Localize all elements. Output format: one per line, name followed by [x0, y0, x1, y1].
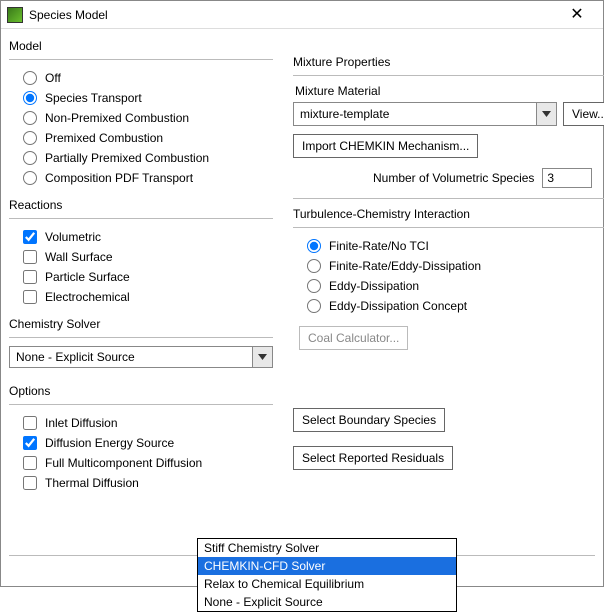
model-off-label: Off: [45, 71, 61, 85]
solver-option-none-label: None - Explicit Source: [204, 595, 323, 609]
import-chemkin-label: Import CHEMKIN Mechanism...: [302, 139, 469, 153]
chemistry-solver-select[interactable]: None - Explicit Source: [9, 346, 273, 368]
model-off-radio[interactable]: [23, 71, 37, 85]
mixture-material-select[interactable]: mixture-template: [293, 102, 557, 126]
select-reported-residuals-button[interactable]: Select Reported Residuals: [293, 446, 453, 470]
mixture-material-value: mixture-template: [300, 107, 389, 121]
select-boundary-species-button[interactable]: Select Boundary Species: [293, 408, 445, 432]
close-button[interactable]: ✕: [557, 2, 597, 28]
import-chemkin-button[interactable]: Import CHEMKIN Mechanism...: [293, 134, 478, 158]
tci-finite-eddy-radio[interactable]: [307, 259, 321, 273]
reactions-particle-surface[interactable]: Particle Surface: [9, 267, 273, 287]
options-full-multi[interactable]: Full Multicomponent Diffusion: [9, 453, 273, 473]
species-model-dialog: Species Model ✕ Model Off Species Transp…: [0, 0, 604, 587]
titlebar: Species Model ✕: [1, 1, 603, 29]
view-button-label: View...: [572, 107, 604, 121]
options-thermal-diffusion[interactable]: Thermal Diffusion: [9, 473, 273, 493]
options-diffusion-energy[interactable]: Diffusion Energy Source: [9, 433, 273, 453]
reactions-volumetric-label: Volumetric: [45, 230, 101, 244]
tci-finite-no-tci[interactable]: Finite-Rate/No TCI: [293, 236, 604, 256]
model-non-premixed-radio[interactable]: [23, 111, 37, 125]
tci-finite-no-tci-label: Finite-Rate/No TCI: [329, 239, 429, 253]
chemistry-solver-dropdown[interactable]: Stiff Chemistry Solver CHEMKIN-CFD Solve…: [197, 538, 457, 612]
tci-eddy-radio[interactable]: [307, 279, 321, 293]
chemistry-solver-title: Chemistry Solver: [9, 317, 273, 331]
select-reported-residuals-label: Select Reported Residuals: [302, 451, 444, 465]
solver-option-stiff-label: Stiff Chemistry Solver: [204, 541, 319, 555]
model-partially-premixed[interactable]: Partially Premixed Combustion: [9, 148, 273, 168]
tci-finite-no-tci-radio[interactable]: [307, 239, 321, 253]
tci-eddy[interactable]: Eddy-Dissipation: [293, 276, 604, 296]
solver-option-chemkin-label: CHEMKIN-CFD Solver: [204, 559, 325, 573]
tci-eddy-concept[interactable]: Eddy-Dissipation Concept: [293, 296, 604, 316]
options-full-multi-check[interactable]: [23, 456, 37, 470]
solver-option-relax[interactable]: Relax to Chemical Equilibrium: [198, 575, 456, 593]
model-species-transport-label: Species Transport: [45, 91, 142, 105]
select-boundary-species-label: Select Boundary Species: [302, 413, 436, 427]
model-premixed-label: Premixed Combustion: [45, 131, 163, 145]
solver-option-relax-label: Relax to Chemical Equilibrium: [204, 577, 364, 591]
mixture-material-label: Mixture Material: [295, 84, 604, 98]
chevron-down-icon: [542, 111, 551, 117]
solver-option-none[interactable]: None - Explicit Source: [198, 593, 456, 611]
solver-option-chemkin[interactable]: CHEMKIN-CFD Solver: [198, 557, 456, 575]
solver-option-stiff[interactable]: Stiff Chemistry Solver: [198, 539, 456, 557]
reactions-volumetric[interactable]: Volumetric: [9, 227, 273, 247]
window-title: Species Model: [29, 8, 557, 22]
reactions-wall-surface-check[interactable]: [23, 250, 37, 264]
model-off[interactable]: Off: [9, 68, 273, 88]
model-species-transport[interactable]: Species Transport: [9, 88, 273, 108]
tci-eddy-concept-label: Eddy-Dissipation Concept: [329, 299, 467, 313]
view-button[interactable]: View...: [563, 102, 604, 126]
reactions-particle-surface-label: Particle Surface: [45, 270, 130, 284]
coal-calculator-button: Coal Calculator...: [299, 326, 408, 350]
options-thermal-diffusion-check[interactable]: [23, 476, 37, 490]
tci-eddy-label: Eddy-Dissipation: [329, 279, 419, 293]
tci-eddy-concept-radio[interactable]: [307, 299, 321, 313]
reactions-electrochemical[interactable]: Electrochemical: [9, 287, 273, 307]
model-partially-premixed-label: Partially Premixed Combustion: [45, 151, 209, 165]
options-group-title: Options: [9, 384, 273, 398]
reactions-wall-surface[interactable]: Wall Surface: [9, 247, 273, 267]
chemistry-solver-value: None - Explicit Source: [16, 350, 135, 364]
options-diffusion-energy-label: Diffusion Energy Source: [45, 436, 174, 450]
options-thermal-diffusion-label: Thermal Diffusion: [45, 476, 139, 490]
app-icon: [7, 7, 23, 23]
tci-title: Turbulence-Chemistry Interaction: [293, 207, 604, 221]
model-composition-pdf[interactable]: Composition PDF Transport: [9, 168, 273, 188]
model-group-title: Model: [9, 39, 273, 53]
model-composition-pdf-label: Composition PDF Transport: [45, 171, 193, 185]
num-species-label: Number of Volumetric Species: [373, 171, 534, 185]
reactions-volumetric-check[interactable]: [23, 230, 37, 244]
mixture-properties-title: Mixture Properties: [293, 55, 604, 69]
tci-finite-eddy[interactable]: Finite-Rate/Eddy-Dissipation: [293, 256, 604, 276]
options-inlet-diffusion-label: Inlet Diffusion: [45, 416, 118, 430]
model-non-premixed-label: Non-Premixed Combustion: [45, 111, 189, 125]
model-premixed-radio[interactable]: [23, 131, 37, 145]
chemistry-solver-arrow[interactable]: [252, 347, 272, 367]
reactions-group-title: Reactions: [9, 198, 273, 212]
tci-finite-eddy-label: Finite-Rate/Eddy-Dissipation: [329, 259, 481, 273]
model-non-premixed[interactable]: Non-Premixed Combustion: [9, 108, 273, 128]
options-inlet-diffusion-check[interactable]: [23, 416, 37, 430]
chevron-down-icon: [258, 354, 267, 360]
num-species-input[interactable]: [542, 168, 592, 188]
model-partially-premixed-radio[interactable]: [23, 151, 37, 165]
reactions-electrochemical-check[interactable]: [23, 290, 37, 304]
reactions-particle-surface-check[interactable]: [23, 270, 37, 284]
options-inlet-diffusion[interactable]: Inlet Diffusion: [9, 413, 273, 433]
options-diffusion-energy-check[interactable]: [23, 436, 37, 450]
reactions-electrochemical-label: Electrochemical: [45, 290, 130, 304]
reactions-wall-surface-label: Wall Surface: [45, 250, 113, 264]
model-species-transport-radio[interactable]: [23, 91, 37, 105]
coal-calculator-label: Coal Calculator...: [308, 331, 399, 345]
options-full-multi-label: Full Multicomponent Diffusion: [45, 456, 202, 470]
model-premixed[interactable]: Premixed Combustion: [9, 128, 273, 148]
mixture-material-arrow[interactable]: [536, 103, 556, 125]
model-composition-pdf-radio[interactable]: [23, 171, 37, 185]
